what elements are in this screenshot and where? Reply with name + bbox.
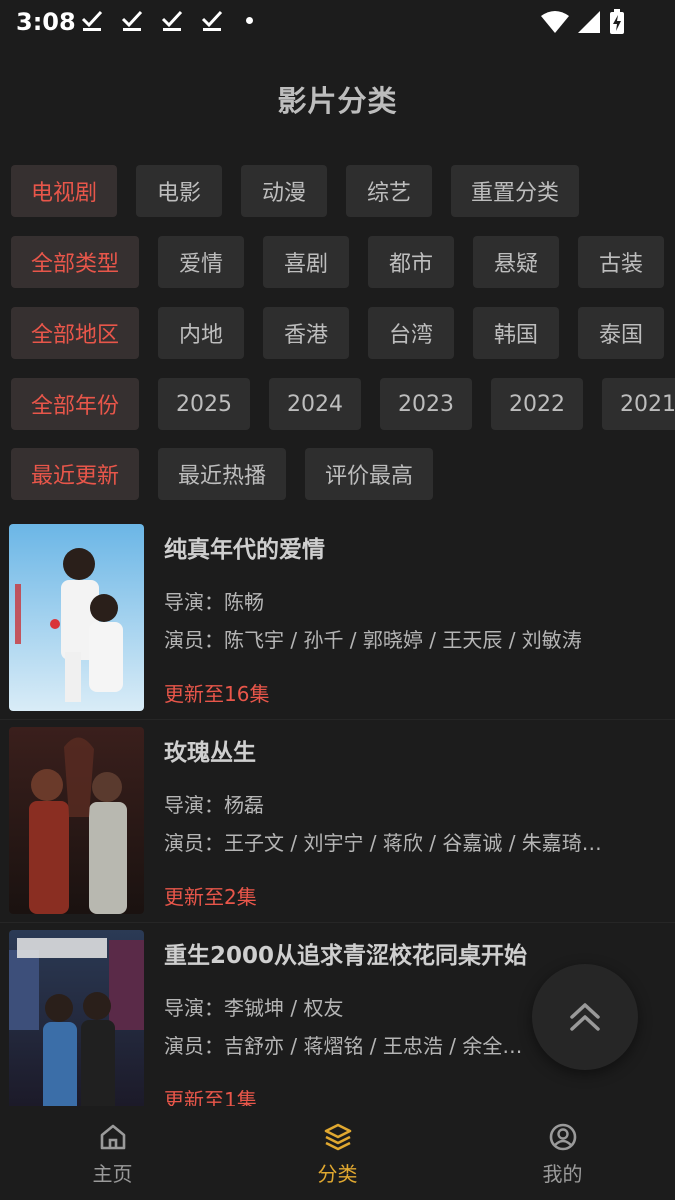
filter-row-year: 全部年份 2025 2024 2023 2022 2021 (11, 378, 675, 430)
item-title[interactable]: 纯真年代的爱情 (164, 530, 325, 564)
filter-row-genre: 全部类型 爱情 喜剧 都市 悬疑 古装 (11, 236, 665, 288)
wifi-icon (541, 11, 569, 33)
chip-genre-mystery[interactable]: 悬疑 (473, 236, 560, 288)
chip-genre-urban[interactable]: 都市 (368, 236, 455, 288)
home-icon (100, 1124, 125, 1150)
chip-region-korea[interactable]: 韩国 (473, 307, 560, 359)
item-actors: 演员：陈飞宇 / 孙千 / 郭晓婷 / 王天辰 / 刘敏涛 (164, 628, 582, 652)
screen: 3:08 影片分类 电视剧 电影 动漫 综艺 重置分类 全部类型 爱情 喜剧 都… (0, 0, 675, 1200)
nav-profile[interactable]: 我的 (450, 1106, 675, 1200)
status-bar: 3:08 (0, 0, 675, 46)
nav-category[interactable]: 分类 (225, 1106, 450, 1200)
chip-genre-costume[interactable]: 古装 (578, 236, 665, 288)
chip-region-hongkong[interactable]: 香港 (263, 307, 350, 359)
chip-region-thailand[interactable]: 泰国 (578, 307, 665, 359)
chip-movie[interactable]: 电影 (136, 165, 223, 217)
list-item[interactable]: 玫瑰丛生 导演：杨磊 演员：王子文 / 刘宇宁 / 蒋欣 / 谷嘉诚 / 朱嘉琦… (0, 723, 675, 923)
scroll-to-top-button[interactable] (532, 964, 638, 1070)
chip-reset-category[interactable]: 重置分类 (451, 165, 580, 217)
divider (0, 922, 675, 923)
item-actors: 演员：吉舒亦 / 蒋熠铭 / 王忠浩 / 余全… (164, 1034, 523, 1058)
item-director: 导演：陈畅 (164, 590, 264, 614)
filter-row-type: 电视剧 电影 动漫 综艺 重置分类 (11, 165, 580, 217)
poster-image[interactable] (9, 930, 144, 1106)
more-notifications-dot (246, 16, 253, 24)
chip-year-2022[interactable]: 2022 (491, 378, 584, 430)
item-update-status: 更新至1集 (164, 1088, 257, 1106)
chip-genre-romance[interactable]: 爱情 (158, 236, 245, 288)
chip-anime[interactable]: 动漫 (241, 165, 328, 217)
item-title[interactable]: 玫瑰丛生 (164, 733, 256, 767)
chip-sort-top-rated[interactable]: 评价最高 (305, 448, 434, 500)
list-item[interactable]: 纯真年代的爱情 导演：陈畅 演员：陈飞宇 / 孙千 / 郭晓婷 / 王天辰 / … (0, 520, 675, 720)
item-actors: 演员：王子文 / 刘宇宁 / 蒋欣 / 谷嘉诚 / 朱嘉琦… (164, 831, 602, 855)
nav-home[interactable]: 主页 (0, 1106, 225, 1200)
item-update-status: 更新至16集 (164, 682, 270, 706)
poster-image[interactable] (9, 524, 144, 711)
download-done-icon (81, 10, 103, 31)
double-chevron-up-icon (570, 1003, 600, 1031)
item-director: 导演：杨磊 (164, 793, 264, 817)
filter-row-region: 全部地区 内地 香港 台湾 韩国 泰国 (11, 307, 665, 359)
chip-year-2025[interactable]: 2025 (158, 378, 251, 430)
user-icon (549, 1123, 576, 1151)
divider (0, 719, 675, 720)
item-title[interactable]: 重生2000从追求青涩校花同桌开始 (164, 936, 527, 970)
download-done-icon (161, 10, 183, 31)
signal-icon (578, 11, 600, 33)
battery-charging-icon (610, 9, 624, 34)
poster-image[interactable] (9, 727, 144, 914)
chip-sort-recent-update[interactable]: 最近更新 (11, 448, 140, 500)
chip-year-2024[interactable]: 2024 (269, 378, 362, 430)
chip-year-2023[interactable]: 2023 (380, 378, 473, 430)
chip-genre-comedy[interactable]: 喜剧 (263, 236, 350, 288)
chip-year-2021[interactable]: 2021 (602, 378, 675, 430)
chip-region-taiwan[interactable]: 台湾 (368, 307, 455, 359)
chip-variety[interactable]: 综艺 (346, 165, 433, 217)
layers-icon (324, 1123, 351, 1151)
nav-profile-label: 我的 (542, 1162, 583, 1186)
nav-category-label: 分类 (317, 1162, 358, 1186)
status-time: 3:08 (16, 8, 76, 36)
status-notifications (80, 8, 253, 32)
chip-all-regions[interactable]: 全部地区 (11, 307, 140, 359)
download-done-icon (201, 10, 223, 31)
chip-all-years[interactable]: 全部年份 (11, 378, 140, 430)
status-system-icons (541, 9, 625, 35)
item-director: 导演：李铖坤 / 权友 (164, 996, 344, 1020)
page-title: 影片分类 (277, 84, 398, 118)
download-done-icon (121, 10, 143, 31)
chip-sort-hot[interactable]: 最近热播 (158, 448, 287, 500)
chip-all-genres[interactable]: 全部类型 (11, 236, 140, 288)
nav-home-label: 主页 (92, 1162, 133, 1186)
bottom-nav: 主页 分类 我的 (0, 1106, 675, 1200)
filter-row-sort: 最近更新 最近热播 评价最高 (11, 448, 434, 500)
item-update-status: 更新至2集 (164, 885, 257, 909)
chip-tv-series[interactable]: 电视剧 (11, 165, 118, 217)
chip-region-mainland[interactable]: 内地 (158, 307, 245, 359)
